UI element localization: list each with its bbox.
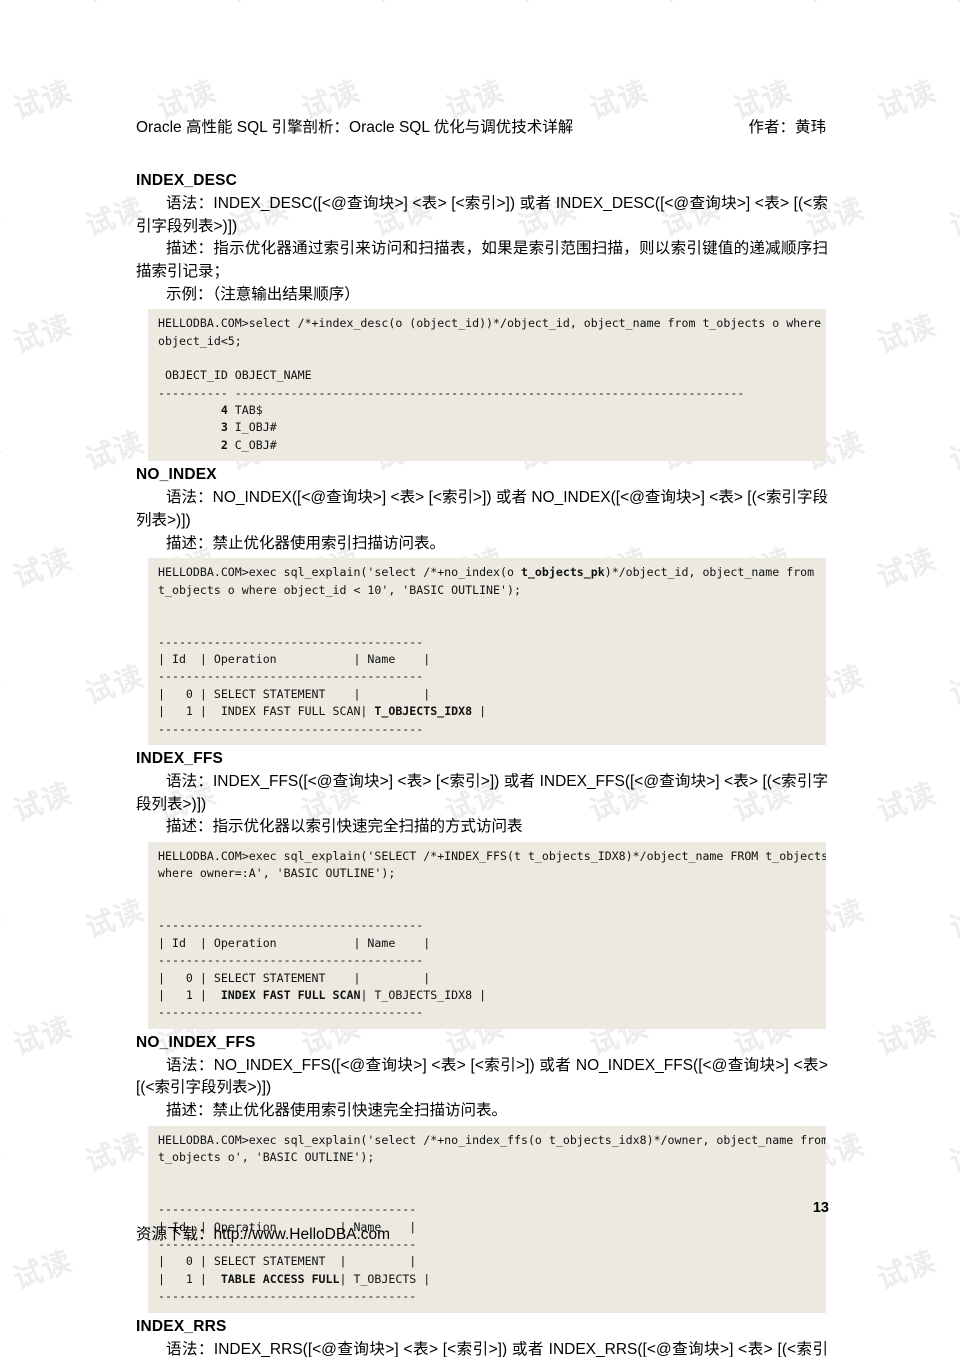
section-no-index: NO_INDEX 语法：NO_INDEX([<@查询块>] <表> [<索引>]…	[136, 464, 828, 746]
section-description: 描述：禁止优化器使用索引扫描访问表。	[166, 534, 446, 552]
section-syntax: 语法：INDEX_FFS([<@查询块>] <表> [<索引>]) 或者 IND…	[136, 773, 828, 813]
section-example-label: 示例：（注意输出结果顺序）	[166, 285, 360, 303]
document-title: Oracle 高性能 SQL 引擎剖析：Oracle SQL 优化与调优技术详解	[136, 119, 574, 136]
section-syntax: 语法：INDEX_DESC([<@查询块>] <表> [<索引>]) 或者 IN…	[136, 195, 828, 235]
section-heading: NO_INDEX	[136, 466, 217, 484]
section-description: 描述：指示优化器以索引快速完全扫描的方式访问表	[166, 818, 523, 836]
section-no-index-ffs: NO_INDEX_FFS 语法：NO_INDEX_FFS([<@查询块>] <表…	[136, 1032, 828, 1313]
section-description: 描述：指示优化器通过索引来访问和扫描表，如果是索引范围扫描，则以索引键值的递减顺…	[136, 240, 828, 280]
section-description: 描述：禁止优化器使用索引快速完全扫描访问表。	[166, 1102, 508, 1120]
section-heading: NO_INDEX_FFS	[136, 1033, 256, 1051]
section-index-rrs: INDEX_RRS 语法：INDEX_RRS([<@查询块>] <表> [<索引…	[136, 1316, 828, 1357]
section-index-ffs: INDEX_FFS 语法：INDEX_FFS([<@查询块>] <表> [<索引…	[136, 748, 828, 1029]
section-heading: INDEX_DESC	[136, 172, 238, 189]
document-body: INDEX_DESC 语法：INDEX_DESC([<@查询块>] <表> [<…	[136, 170, 828, 1357]
code-block-index-ffs: HELLODBA.COM>exec sql_explain('SELECT /*…	[148, 841, 826, 1029]
running-header: Oracle 高性能 SQL 引擎剖析：Oracle SQL 优化与调优技术详解…	[136, 115, 826, 137]
footer-download-text: 资源下载：http://www.HelloDBA.com	[136, 1226, 391, 1243]
section-heading: INDEX_FFS	[136, 750, 224, 768]
document-page: 试读 试读 试读 试读 试读 试读 试读 试读 试读 试读 试读 试读 试读 试读 试读 试读 试读 试读 试读 试读…	[0, 0, 960, 1357]
page-content: Oracle 高性能 SQL 引擎剖析：Oracle SQL 优化与调优技术详解…	[0, 0, 960, 1357]
document-author: 作者：黄玮	[748, 119, 826, 136]
code-block-no-index: HELLODBA.COM>exec sql_explain('select /*…	[148, 558, 826, 746]
section-index-desc: INDEX_DESC 语法：INDEX_DESC([<@查询块>] <表> [<…	[136, 170, 828, 462]
section-syntax: 语法：INDEX_RRS([<@查询块>] <表> [<索引>]) 或者 IND…	[166, 1340, 828, 1357]
section-syntax: 语法：NO_INDEX([<@查询块>] <表> [<索引>]) 或者 NO_I…	[136, 489, 828, 529]
page-number: 13	[812, 1200, 829, 1216]
code-block-index-desc: HELLODBA.COM>select /*+index_desc(o (obj…	[148, 309, 826, 462]
code-block-no-index-ffs: HELLODBA.COM>exec sql_explain('select /*…	[148, 1125, 826, 1313]
section-syntax: 语法：NO_INDEX_FFS([<@查询块>] <表> [<索引>]) 或者 …	[136, 1056, 828, 1097]
section-heading: INDEX_RRS	[136, 1317, 227, 1335]
